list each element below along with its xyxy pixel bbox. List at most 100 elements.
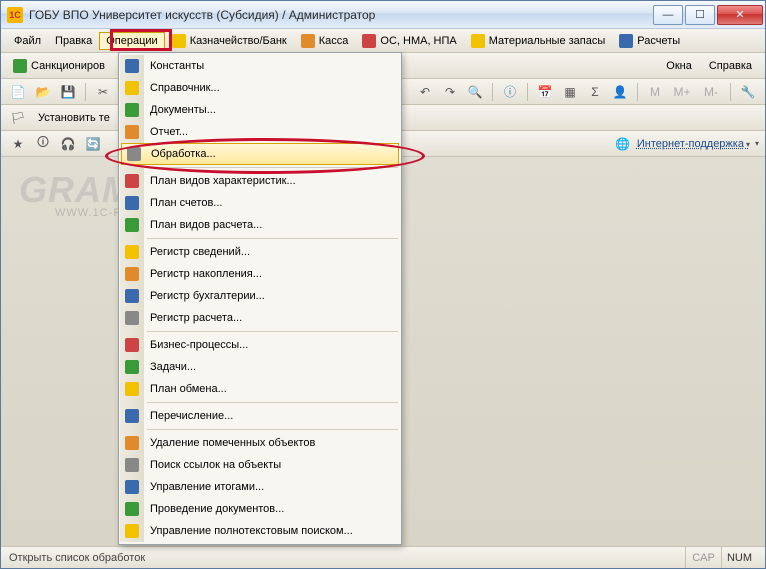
dropdown-item[interactable]: План счетов... bbox=[120, 192, 400, 214]
new-doc-button[interactable]: 📄 bbox=[7, 82, 29, 102]
dropdown-item-label: Перечисление... bbox=[150, 410, 233, 422]
dropdown-item-label: План видов характеристик... bbox=[150, 175, 296, 187]
dropdown-item[interactable]: Справочник... bbox=[120, 77, 400, 99]
dropdown-item-icon bbox=[124, 288, 140, 304]
menu-cash[interactable]: Касса bbox=[294, 31, 356, 51]
calc-icon bbox=[619, 34, 633, 48]
dropdown-item-label: Поиск ссылок на объекты bbox=[150, 459, 281, 471]
dropdown-item-label: Удаление помеченных объектов bbox=[150, 437, 315, 449]
undo-button[interactable]: ↶ bbox=[414, 82, 436, 102]
dropdown-item-label: Константы bbox=[150, 60, 204, 72]
statusbar: Открыть список обработок CAP NUM bbox=[1, 546, 765, 568]
menu-os-nma[interactable]: ОС, НМА, НПА bbox=[355, 31, 463, 51]
dropdown-item-label: Проведение документов... bbox=[150, 503, 284, 515]
menu-calculations[interactable]: Расчеты bbox=[612, 31, 687, 51]
dropdown-item-label: План видов расчета... bbox=[150, 219, 262, 231]
operations-dropdown: Константы Справочник... Документы... Отчет.… bbox=[118, 52, 402, 545]
num-indicator: NUM bbox=[721, 547, 757, 568]
minimize-button[interactable]: — bbox=[653, 5, 683, 25]
cash-icon bbox=[301, 34, 315, 48]
dropdown-item-label: Управление полнотекстовым поиском... bbox=[150, 525, 353, 537]
m-button[interactable]: M bbox=[644, 82, 666, 102]
dropdown-item-label: Регистр бухгалтерии... bbox=[150, 290, 265, 302]
dropdown-item[interactable]: Перечисление... bbox=[120, 405, 400, 427]
dropdown-item[interactable]: Обработка... bbox=[121, 143, 399, 165]
open-button[interactable]: 📂 bbox=[32, 82, 54, 102]
dropdown-item[interactable]: Бизнес-процессы... bbox=[120, 334, 400, 356]
menu-file[interactable]: Файл bbox=[7, 32, 48, 50]
dropdown-item-label: Обработка... bbox=[151, 148, 216, 160]
m-plus-button[interactable]: M+ bbox=[669, 82, 695, 102]
date-flag-button[interactable]: 🏳 bbox=[7, 108, 29, 128]
dropdown-item-icon bbox=[124, 124, 140, 140]
cut-button[interactable]: ✂ bbox=[92, 82, 114, 102]
dropdown-item[interactable]: Управление итогами... bbox=[120, 476, 400, 498]
menu-operations[interactable]: Операции bbox=[99, 32, 164, 50]
dropdown-item-icon bbox=[124, 266, 140, 282]
tools-button[interactable]: 🔧 bbox=[737, 82, 759, 102]
calendar-button[interactable]: 📅 bbox=[534, 82, 556, 102]
dropdown-item-icon bbox=[124, 359, 140, 375]
user-button[interactable]: 👤 bbox=[609, 82, 631, 102]
chevron-down-icon[interactable]: ▾ bbox=[755, 139, 759, 148]
dropdown-item[interactable]: Регистр сведений... bbox=[120, 241, 400, 263]
sum-button[interactable]: Σ bbox=[584, 82, 606, 102]
dropdown-item[interactable]: Удаление помеченных объектов bbox=[120, 432, 400, 454]
m-minus-button[interactable]: M- bbox=[698, 82, 724, 102]
info-button[interactable]: 🛈 bbox=[32, 134, 54, 154]
find-button[interactable]: 🔍 bbox=[464, 82, 486, 102]
menu-treasury[interactable]: Казначейство/Банк bbox=[165, 31, 294, 51]
dropdown-item-icon bbox=[124, 457, 140, 473]
os-icon bbox=[362, 34, 376, 48]
dropdown-item[interactable]: Константы bbox=[120, 55, 400, 77]
globe-icon: 🌐 bbox=[612, 134, 634, 154]
sanction-button[interactable]: Санкциониров bbox=[7, 59, 111, 73]
refresh-button[interactable]: 🔄 bbox=[82, 134, 104, 154]
menu-help[interactable]: Справка bbox=[702, 57, 759, 75]
dropdown-item[interactable]: Регистр накопления... bbox=[120, 263, 400, 285]
favorites-button[interactable]: ★ bbox=[7, 134, 29, 154]
dropdown-item-icon bbox=[124, 501, 140, 517]
dropdown-item-icon bbox=[124, 58, 140, 74]
dropdown-item[interactable]: План видов расчета... bbox=[120, 214, 400, 236]
dropdown-item-label: План обмена... bbox=[150, 383, 227, 395]
menu-materials[interactable]: Материальные запасы bbox=[464, 31, 613, 51]
dropdown-item[interactable]: Документы... bbox=[120, 99, 400, 121]
dropdown-item-icon bbox=[124, 244, 140, 260]
menu-windows[interactable]: Окна bbox=[659, 57, 699, 75]
sanction-icon bbox=[13, 59, 27, 73]
save-button[interactable]: 💾 bbox=[57, 82, 79, 102]
dropdown-item-label: Отчет... bbox=[150, 126, 188, 138]
dropdown-item[interactable]: Проведение документов... bbox=[120, 498, 400, 520]
dropdown-item-label: Задачи... bbox=[150, 361, 196, 373]
window-title: ГОБУ ВПО Университет искусств (Субсидия)… bbox=[29, 8, 651, 22]
dropdown-separator bbox=[147, 331, 398, 332]
dropdown-item-icon bbox=[124, 102, 140, 118]
dropdown-item-label: Бизнес-процессы... bbox=[150, 339, 248, 351]
dropdown-item[interactable]: План видов характеристик... bbox=[120, 170, 400, 192]
dropdown-item-icon bbox=[124, 310, 140, 326]
dropdown-item[interactable]: Задачи... bbox=[120, 356, 400, 378]
titlebar: 1C ГОБУ ВПО Университет искусств (Субсид… bbox=[1, 1, 765, 29]
dropdown-item[interactable]: Регистр расчета... bbox=[120, 307, 400, 329]
dropdown-item[interactable]: Поиск ссылок на объекты bbox=[120, 454, 400, 476]
dropdown-item[interactable]: Регистр бухгалтерии... bbox=[120, 285, 400, 307]
support-button[interactable]: 🎧 bbox=[57, 134, 79, 154]
table-button[interactable]: ▦ bbox=[559, 82, 581, 102]
inet-support-link[interactable]: Интернет-поддержка▾ bbox=[637, 138, 750, 150]
dropdown-item-icon bbox=[124, 408, 140, 424]
set-date-button[interactable]: Установить те bbox=[32, 112, 116, 124]
redo-button[interactable]: ↷ bbox=[439, 82, 461, 102]
dropdown-item[interactable]: Управление полнотекстовым поиском... bbox=[120, 520, 400, 542]
dropdown-item-icon bbox=[124, 381, 140, 397]
dropdown-separator bbox=[147, 167, 398, 168]
dropdown-item-icon bbox=[124, 435, 140, 451]
menu-edit[interactable]: Правка bbox=[48, 32, 99, 50]
maximize-button[interactable]: ☐ bbox=[685, 5, 715, 25]
close-button[interactable]: ✕ bbox=[717, 5, 763, 25]
dropdown-item-label: Справочник... bbox=[150, 82, 220, 94]
dropdown-item[interactable]: Отчет... bbox=[120, 121, 400, 143]
help-button[interactable]: ⓘ bbox=[499, 82, 521, 102]
dropdown-item[interactable]: План обмена... bbox=[120, 378, 400, 400]
cap-indicator: CAP bbox=[685, 547, 721, 568]
